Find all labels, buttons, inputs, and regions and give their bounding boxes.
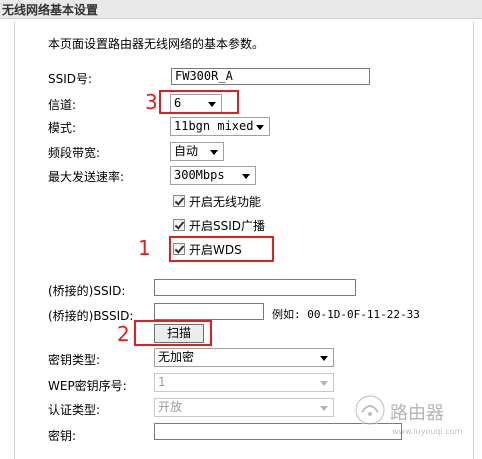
bssid-example: 例如: 00-1D-0F-11-22-33 (272, 308, 420, 321)
auth-type-label: 认证类型: (48, 403, 101, 417)
key-label: 密钥: (48, 429, 77, 443)
max-rate-value: 300Mbps (174, 168, 225, 182)
max-rate-label: 最大发送速率: (48, 170, 125, 184)
chevron-down-icon (320, 356, 328, 361)
key-type-label: 密钥类型: (48, 353, 101, 367)
wep-index-select[interactable]: 1 (154, 373, 334, 392)
key-type-value: 无加密 (158, 350, 195, 364)
router-logo-icon: 路由器 www.luyouqi.com (354, 394, 463, 436)
ssid-broadcast-checkbox[interactable] (173, 219, 185, 231)
mode-select[interactable]: 11bgn mixed (170, 117, 270, 136)
wep-index-label: WEP密钥序号: (48, 379, 127, 393)
intro-text: 本页面设置路由器无线网络的基本参数。 (48, 37, 265, 51)
bridge-ssid-input[interactable] (154, 279, 356, 296)
wireless-enable-checkbox[interactable] (173, 195, 185, 207)
bandwidth-select[interactable]: 自动 (170, 142, 224, 161)
annotation-box-3 (159, 90, 239, 114)
mode-label: 模式: (48, 121, 77, 135)
wep-index-value: 1 (158, 375, 166, 389)
key-type-select[interactable]: 无加密 (154, 348, 334, 367)
bandwidth-label: 频段带宽: (48, 146, 101, 160)
auth-type-value: 开放 (158, 400, 183, 414)
annotation-box-1 (169, 236, 274, 262)
annotation-number-2: 2 (117, 322, 130, 346)
chevron-down-icon (210, 150, 218, 155)
bandwidth-value: 自动 (174, 144, 199, 158)
ssid-broadcast-label: 开启SSID广播 (189, 219, 266, 233)
max-rate-select[interactable]: 300Mbps (170, 166, 256, 185)
channel-label: 信道: (48, 98, 77, 112)
bridge-ssid-label: (桥接的)SSID: (48, 284, 126, 298)
annotation-number-3: 3 (145, 90, 158, 114)
watermark-text: 路由器 (390, 403, 444, 424)
auth-type-select[interactable]: 开放 (154, 398, 334, 417)
bridge-bssid-input[interactable] (154, 303, 264, 320)
chevron-down-icon (320, 381, 328, 386)
chevron-down-icon (242, 174, 250, 179)
watermark: 路由器 www.luyouqi.com (352, 392, 472, 441)
page-title: 无线网络基本设置 (2, 3, 99, 17)
annotation-box-2 (134, 320, 212, 346)
annotation-number-1: 1 (138, 236, 151, 260)
title-bar: 无线网络基本设置 (0, 0, 482, 19)
chevron-down-icon (256, 125, 264, 130)
chevron-down-icon (320, 406, 328, 411)
wireless-enable-label: 开启无线功能 (189, 195, 262, 209)
mode-value: 11bgn mixed (174, 119, 254, 133)
ssid-input[interactable]: FW300R_A (171, 68, 370, 85)
ssid-label: SSID号: (48, 72, 93, 86)
watermark-sub: www.luyouqi.com (392, 427, 463, 436)
